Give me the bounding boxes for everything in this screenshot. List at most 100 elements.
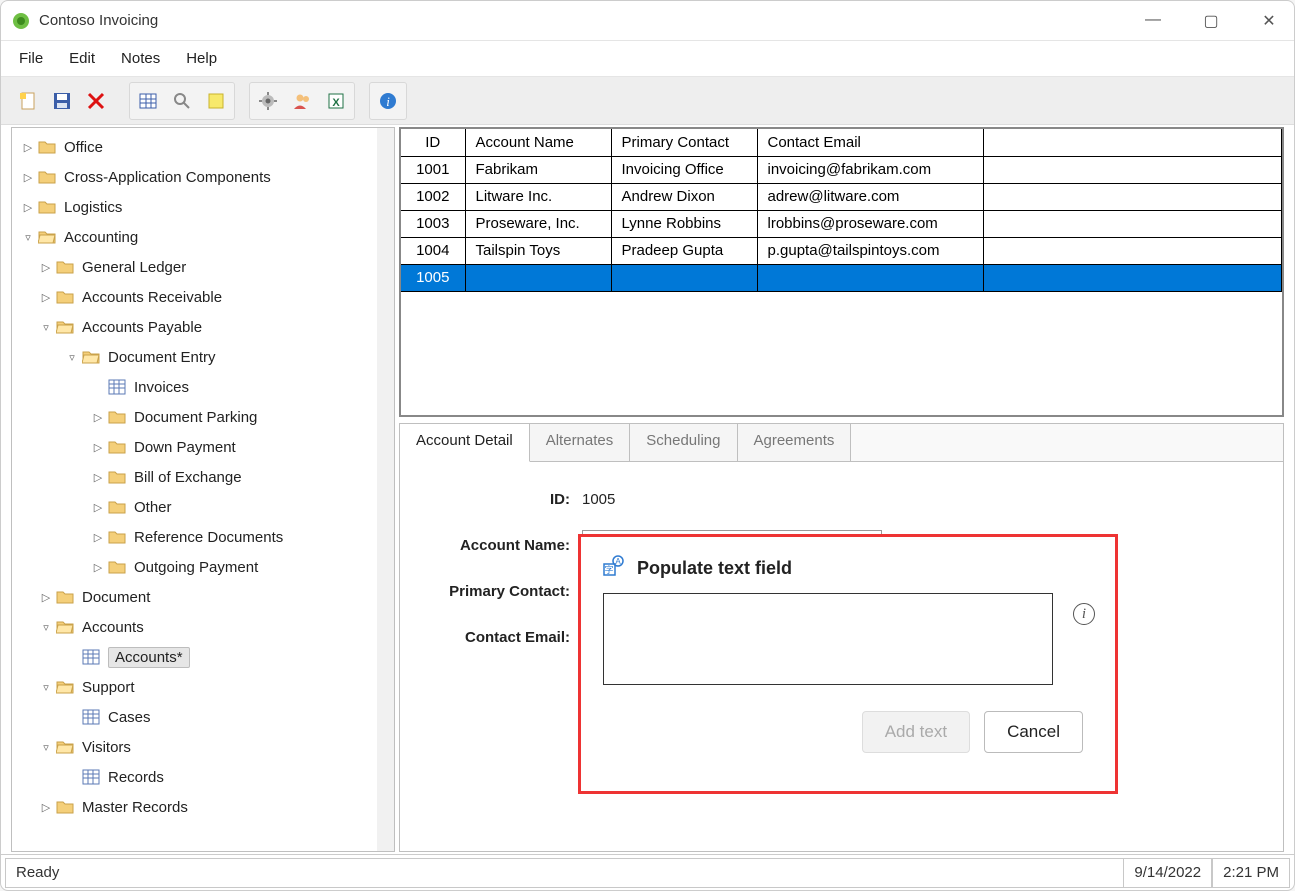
tree-item[interactable]: Invoices (16, 372, 394, 402)
tree-item[interactable]: ▿Document Entry (16, 342, 394, 372)
grid-cell[interactable]: 1002 (401, 183, 465, 210)
grid-header[interactable]: Account Name (465, 129, 611, 156)
grid-cell[interactable] (611, 264, 757, 291)
add-text-button[interactable]: Add text (862, 711, 970, 753)
new-file-icon[interactable] (12, 85, 44, 117)
grid-cell[interactable]: invoicing@fabrikam.com (757, 156, 983, 183)
grid-cell[interactable]: adrew@litware.com (757, 183, 983, 210)
grid-cell[interactable]: Fabrikam (465, 156, 611, 183)
navigation-tree[interactable]: ▷Office▷Cross-Application Components▷Log… (11, 127, 395, 852)
tree-item[interactable]: ▷Down Payment (16, 432, 394, 462)
tree-item[interactable]: ▷Logistics (16, 192, 394, 222)
grid-cell[interactable] (983, 264, 1282, 291)
search-icon[interactable] (166, 85, 198, 117)
expand-arrow-icon[interactable]: ▷ (38, 591, 54, 604)
tree-item[interactable]: Accounts* (16, 642, 394, 672)
tree-item[interactable]: Cases (16, 702, 394, 732)
expand-arrow-icon[interactable]: ▿ (38, 321, 54, 334)
expand-arrow-icon[interactable]: ▷ (20, 201, 36, 214)
grid-cell[interactable]: Lynne Robbins (611, 210, 757, 237)
settings-icon[interactable] (252, 85, 284, 117)
tree-item[interactable]: ▷Bill of Exchange (16, 462, 394, 492)
tree-item[interactable]: ▷Office (16, 132, 394, 162)
expand-arrow-icon[interactable]: ▿ (64, 351, 80, 364)
grid-header[interactable]: Contact Email (757, 129, 983, 156)
grid-cell[interactable]: 1003 (401, 210, 465, 237)
expand-arrow-icon[interactable]: ▷ (90, 501, 106, 514)
tab-scheduling[interactable]: Scheduling (630, 424, 737, 461)
expand-arrow-icon[interactable]: ▷ (20, 171, 36, 184)
accounts-grid[interactable]: IDAccount NamePrimary ContactContact Ema… (399, 127, 1284, 417)
tab-agreements[interactable]: Agreements (738, 424, 852, 461)
menu-file[interactable]: File (7, 44, 55, 73)
grid-header[interactable] (983, 129, 1282, 156)
tree-item[interactable]: ▷Document (16, 582, 394, 612)
grid-cell[interactable]: Invoicing Office (611, 156, 757, 183)
grid-cell[interactable]: 1004 (401, 237, 465, 264)
table-row[interactable]: 1003Proseware, Inc.Lynne Robbinslrobbins… (401, 210, 1282, 237)
populate-text-input[interactable] (603, 593, 1053, 685)
tree-item[interactable]: ▷General Ledger (16, 252, 394, 282)
grid-cell[interactable]: Tailspin Toys (465, 237, 611, 264)
expand-arrow-icon[interactable]: ▷ (20, 141, 36, 154)
users-icon[interactable] (286, 85, 318, 117)
tree-item[interactable]: Records (16, 762, 394, 792)
grid-cell[interactable] (757, 264, 983, 291)
grid-cell[interactable]: Andrew Dixon (611, 183, 757, 210)
tree-item[interactable]: ▷Other (16, 492, 394, 522)
expand-arrow-icon[interactable]: ▿ (20, 231, 36, 244)
grid-cell[interactable]: Proseware, Inc. (465, 210, 611, 237)
info-icon[interactable]: i (372, 85, 404, 117)
tab-alternates[interactable]: Alternates (530, 424, 631, 461)
tree-item[interactable]: ▿Accounts (16, 612, 394, 642)
grid-cell[interactable] (983, 237, 1282, 264)
maximize-button[interactable]: ▢ (1196, 11, 1226, 31)
tree-item[interactable]: ▿Visitors (16, 732, 394, 762)
tree-item[interactable]: ▷Document Parking (16, 402, 394, 432)
tree-item[interactable]: ▿Accounts Payable (16, 312, 394, 342)
note-icon[interactable] (200, 85, 232, 117)
menu-help[interactable]: Help (174, 44, 229, 73)
grid-cell[interactable]: lrobbins@proseware.com (757, 210, 983, 237)
expand-arrow-icon[interactable]: ▷ (90, 441, 106, 454)
grid-cell[interactable]: 1001 (401, 156, 465, 183)
menu-edit[interactable]: Edit (57, 44, 107, 73)
grid-cell[interactable]: Pradeep Gupta (611, 237, 757, 264)
save-icon[interactable] (46, 85, 78, 117)
menu-notes[interactable]: Notes (109, 44, 172, 73)
expand-arrow-icon[interactable]: ▷ (90, 411, 106, 424)
cancel-button[interactable]: Cancel (984, 711, 1083, 753)
expand-arrow-icon[interactable]: ▷ (90, 531, 106, 544)
grid-header[interactable]: ID (401, 129, 465, 156)
tree-item[interactable]: ▷Accounts Receivable (16, 282, 394, 312)
minimize-button[interactable]: — (1138, 11, 1168, 31)
expand-arrow-icon[interactable]: ▷ (90, 561, 106, 574)
grid-cell[interactable] (465, 264, 611, 291)
delete-icon[interactable] (80, 85, 112, 117)
expand-arrow-icon[interactable]: ▿ (38, 621, 54, 634)
tree-item[interactable]: ▿Support (16, 672, 394, 702)
table-icon[interactable] (132, 85, 164, 117)
expand-arrow-icon[interactable]: ▷ (38, 801, 54, 814)
tab-account-detail[interactable]: Account Detail (400, 424, 530, 462)
grid-cell[interactable] (983, 210, 1282, 237)
table-row[interactable]: 1002Litware Inc.Andrew Dixonadrew@litwar… (401, 183, 1282, 210)
tree-item[interactable]: ▷Master Records (16, 792, 394, 822)
tree-scrollbar[interactable] (377, 128, 394, 851)
tree-item[interactable]: ▷Reference Documents (16, 522, 394, 552)
expand-arrow-icon[interactable]: ▿ (38, 681, 54, 694)
grid-cell[interactable]: Litware Inc. (465, 183, 611, 210)
tree-item[interactable]: ▷Outgoing Payment (16, 552, 394, 582)
grid-cell[interactable]: p.gupta@tailspintoys.com (757, 237, 983, 264)
grid-cell[interactable]: 1005 (401, 264, 465, 291)
grid-cell[interactable] (983, 156, 1282, 183)
excel-icon[interactable]: X (320, 85, 352, 117)
table-row[interactable]: 1004Tailspin ToysPradeep Guptap.gupta@ta… (401, 237, 1282, 264)
table-row[interactable]: 1001FabrikamInvoicing Officeinvoicing@fa… (401, 156, 1282, 183)
tree-item[interactable]: ▷Cross-Application Components (16, 162, 394, 192)
expand-arrow-icon[interactable]: ▷ (90, 471, 106, 484)
expand-arrow-icon[interactable]: ▷ (38, 261, 54, 274)
expand-arrow-icon[interactable]: ▿ (38, 741, 54, 754)
expand-arrow-icon[interactable]: ▷ (38, 291, 54, 304)
grid-cell[interactable] (983, 183, 1282, 210)
